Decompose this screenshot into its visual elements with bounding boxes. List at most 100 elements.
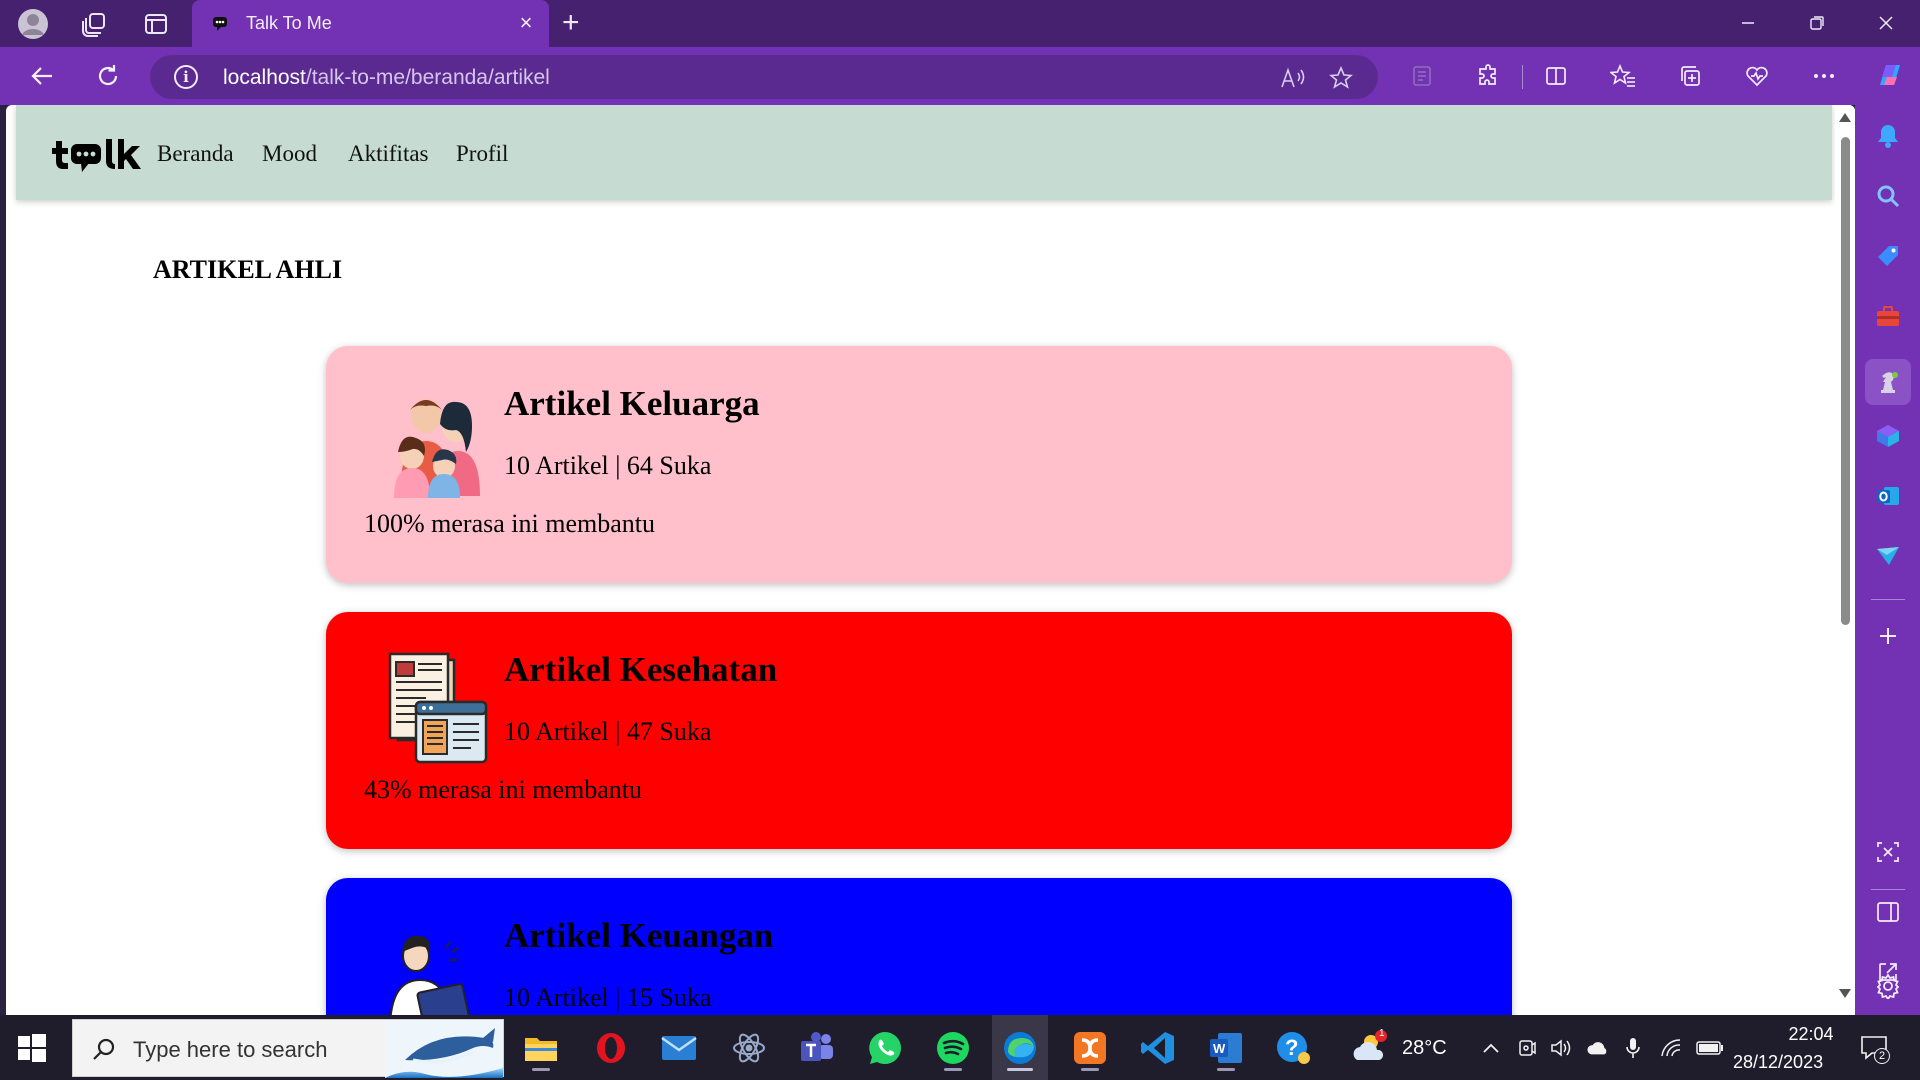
- person-laptop-icon: [389, 935, 470, 1015]
- nav-link-beranda[interactable]: Beranda: [157, 141, 234, 167]
- card-helpful-rate: 43% merasa ini membantu: [364, 775, 642, 804]
- scroll-thumb[interactable]: [1841, 137, 1850, 625]
- article-card-kesehatan[interactable]: Artikel Kesehatan 10 Artikel | 47 Suka 4…: [326, 612, 1512, 849]
- file-explorer-icon[interactable]: [518, 1025, 564, 1071]
- url-text: localhost/talk-to-me/beranda/artikel: [223, 66, 550, 90]
- teams-app-icon[interactable]: [794, 1025, 840, 1071]
- article-card-keluarga[interactable]: Artikel Keluarga 10 Artikel | 64 Suka 10…: [326, 346, 1512, 583]
- family-icon: [394, 399, 480, 498]
- browser-essentials-icon[interactable]: [1742, 61, 1772, 91]
- card-title: Artikel Kesehatan: [504, 650, 778, 689]
- search-glass-icon: [93, 1038, 115, 1060]
- browser-toolbar: i localhost/talk-to-me/beranda/artikel: [0, 47, 1920, 105]
- whatsapp-icon[interactable]: [862, 1025, 908, 1071]
- card-stats: 10 Artikel | 47 Suka: [504, 717, 712, 746]
- toolbar-divider: [1522, 65, 1523, 89]
- edge-sidebar: [1855, 105, 1920, 1015]
- nav-link-aktifitas[interactable]: Aktifitas: [348, 141, 429, 167]
- notification-center-icon[interactable]: 2: [1860, 1035, 1890, 1064]
- outlook-icon[interactable]: [1873, 481, 1903, 511]
- nav-link-mood[interactable]: Mood: [262, 141, 317, 167]
- article-card-keuangan[interactable]: Artikel Keuangan 10 Artikel | 15 Suka: [326, 878, 1512, 1015]
- copilot-icon[interactable]: [1872, 57, 1908, 93]
- site-info-icon[interactable]: i: [174, 65, 198, 89]
- clock-time[interactable]: 22:04: [1761, 1024, 1861, 1045]
- sidebar-separator: [1871, 889, 1905, 890]
- help-icon[interactable]: ?: [1271, 1025, 1317, 1071]
- minimize-button[interactable]: [1723, 6, 1773, 40]
- read-aloud-icon[interactable]: [1280, 65, 1306, 91]
- battery-icon[interactable]: [1696, 1037, 1724, 1059]
- search-highlight-whale-icon: [385, 1020, 503, 1078]
- games-chess-icon[interactable]: [1865, 359, 1911, 405]
- workspaces-icon[interactable]: [78, 8, 110, 40]
- nav-link-profil[interactable]: Profil: [456, 141, 508, 167]
- card-stats: 10 Artikel | 15 Suka: [504, 983, 712, 1012]
- mail-app-icon[interactable]: [656, 1025, 702, 1071]
- weather-badge: 1: [1379, 1028, 1385, 1039]
- microsoft-365-icon[interactable]: [1873, 421, 1903, 451]
- tab-close-button[interactable]: ×: [515, 12, 537, 34]
- meet-now-icon[interactable]: [1516, 1037, 1538, 1059]
- app-running-indicator: [1081, 1068, 1099, 1071]
- weather-cloud-sun-icon[interactable]: 1: [1346, 1025, 1392, 1071]
- scroll-down-arrow-icon[interactable]: [1839, 989, 1851, 998]
- back-button[interactable]: [24, 58, 60, 94]
- more-options-icon[interactable]: [1809, 61, 1839, 91]
- web-content: Beranda Mood Aktifitas Profil ARTIKEL AH…: [6, 105, 1855, 1015]
- address-bar[interactable]: i localhost/talk-to-me/beranda/artikel: [150, 55, 1378, 99]
- app-running-indicator: [532, 1068, 550, 1071]
- page-scrollbar[interactable]: [1835, 105, 1855, 1015]
- scroll-up-arrow-icon[interactable]: [1839, 113, 1851, 122]
- card-title: Artikel Keuangan: [504, 916, 774, 955]
- extension-icon[interactable]: [1407, 61, 1437, 91]
- shopping-tag-icon[interactable]: [1873, 241, 1903, 271]
- collections-icon[interactable]: [1675, 61, 1705, 91]
- sidebar-separator: [1871, 599, 1905, 600]
- word-icon[interactable]: W: [1203, 1025, 1249, 1071]
- profile-avatar-icon[interactable]: [17, 8, 49, 40]
- browser-tab-active[interactable]: Talk To Me ×: [192, 0, 549, 47]
- show-hidden-icons-chevron-icon[interactable]: [1480, 1037, 1502, 1059]
- refresh-button[interactable]: [90, 58, 126, 94]
- volume-icon[interactable]: [1550, 1037, 1572, 1059]
- spotify-icon[interactable]: [930, 1025, 976, 1071]
- talk-logo[interactable]: [50, 135, 154, 173]
- tools-briefcase-icon[interactable]: [1873, 301, 1903, 331]
- weather-temperature[interactable]: 28°C: [1402, 1037, 1447, 1060]
- restore-button[interactable]: [1792, 6, 1842, 40]
- close-window-button[interactable]: [1861, 6, 1911, 40]
- url-host: localhost: [223, 66, 306, 89]
- add-sidebar-app-icon[interactable]: [1873, 621, 1903, 651]
- opera-browser-icon[interactable]: [588, 1025, 634, 1071]
- tab-actions-icon[interactable]: [140, 8, 172, 40]
- onedrive-cloud-icon[interactable]: [1587, 1037, 1609, 1059]
- vscode-icon[interactable]: [1135, 1025, 1181, 1071]
- microphone-icon[interactable]: [1622, 1037, 1644, 1059]
- drop-send-icon[interactable]: [1873, 541, 1903, 571]
- card-title: Artikel Keluarga: [504, 384, 760, 423]
- split-screen-icon[interactable]: [1541, 61, 1571, 91]
- screenshot-icon[interactable]: [1873, 837, 1903, 867]
- search-placeholder: Type here to search: [133, 1037, 328, 1062]
- notification-bell-icon[interactable]: [1873, 121, 1903, 151]
- url-path: /talk-to-me/beranda/artikel: [305, 66, 550, 89]
- search-icon[interactable]: [1873, 181, 1903, 211]
- favorite-star-icon[interactable]: [1328, 65, 1354, 91]
- hide-sidebar-icon[interactable]: [1873, 897, 1903, 927]
- app-running-indicator: [1217, 1068, 1235, 1071]
- new-tab-button[interactable]: +: [562, 8, 580, 38]
- extensions-puzzle-icon[interactable]: [1474, 61, 1504, 91]
- taskbar-search-box[interactable]: Type here to search: [72, 1019, 504, 1078]
- edge-browser-icon[interactable]: [997, 1025, 1043, 1071]
- talk-favicon-icon: [213, 17, 227, 31]
- sidebar-settings-gear-icon[interactable]: [1873, 971, 1903, 1001]
- favorites-icon[interactable]: [1608, 61, 1638, 91]
- page-title: ARTIKEL AHLI: [153, 255, 343, 284]
- xampp-icon[interactable]: [1067, 1025, 1113, 1071]
- clock-date[interactable]: 28/12/2023: [1733, 1052, 1823, 1073]
- atom-app-icon[interactable]: [726, 1025, 772, 1071]
- network-wifi-icon[interactable]: [1660, 1037, 1682, 1059]
- browser-titlebar: Talk To Me × +: [0, 0, 1920, 47]
- windows-start-icon[interactable]: [17, 1033, 47, 1063]
